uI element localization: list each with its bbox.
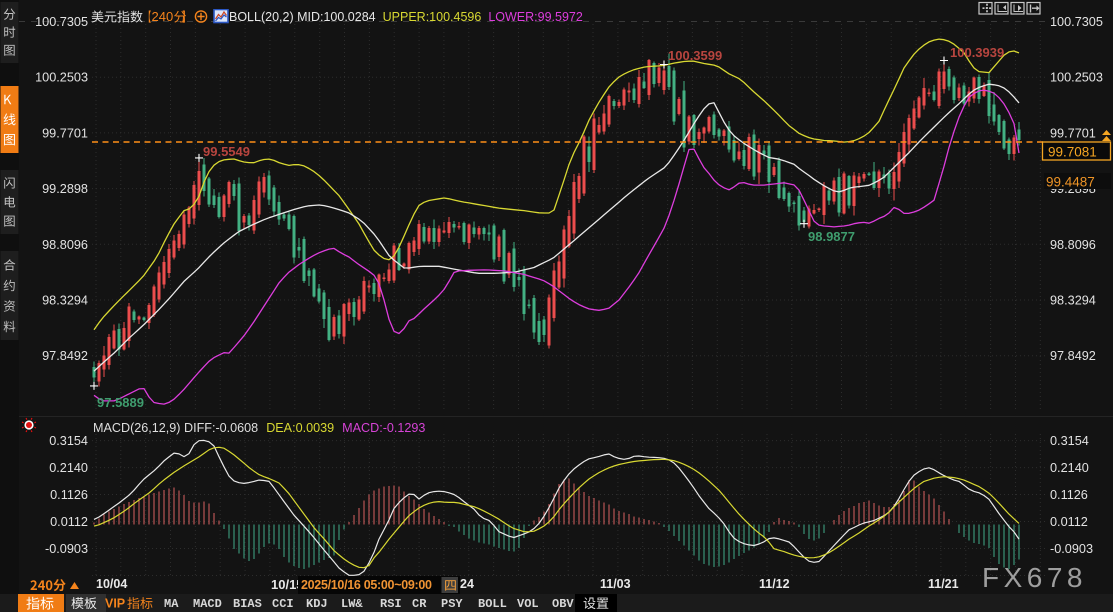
svg-text:VIP: VIP bbox=[105, 597, 125, 611]
svg-text:240: 240 bbox=[152, 9, 174, 24]
